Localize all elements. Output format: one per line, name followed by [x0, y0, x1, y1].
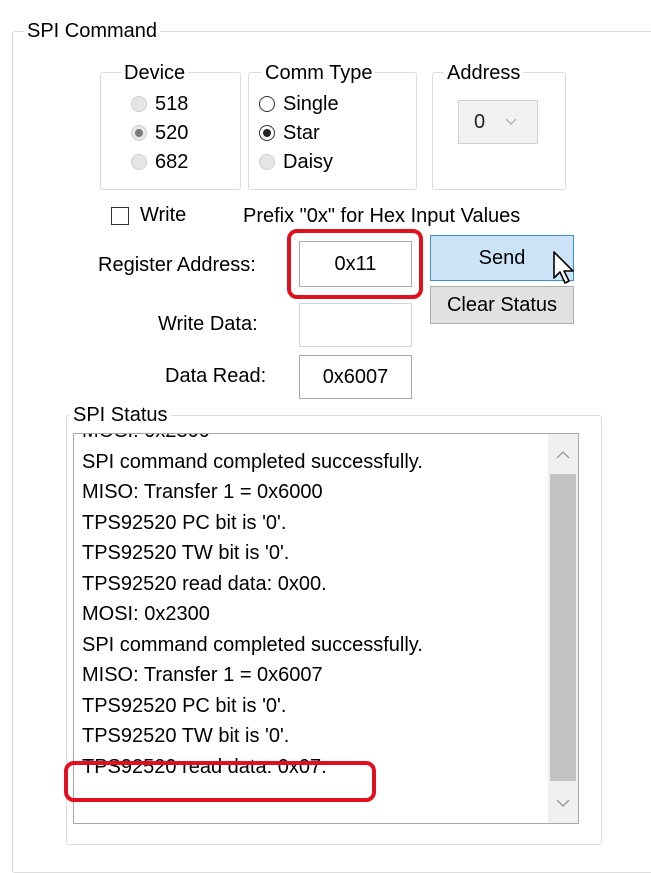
device-option-520[interactable]: 520 [131, 121, 188, 145]
status-line: TPS92520 read data: 0x00. [82, 572, 327, 595]
status-line: TPS92520 PC bit is '0'. [82, 511, 287, 534]
chevron-up-icon [556, 450, 570, 459]
comm-type-label-daisy: Daisy [283, 150, 334, 173]
status-line: TPS92520 TW bit is '0'. [82, 725, 290, 747]
write-label: Write [140, 204, 187, 226]
register-address-highlight [287, 229, 423, 299]
radio-selected-dot [263, 129, 271, 137]
device-radio-520[interactable] [131, 125, 147, 141]
comm-type-option-single[interactable]: Single [259, 92, 339, 116]
device-option-518[interactable]: 518 [131, 92, 188, 116]
device-radio-682[interactable] [131, 154, 147, 170]
address-dropdown[interactable]: 0 [458, 100, 538, 144]
comm-type-radio-star[interactable] [259, 125, 275, 141]
data-read-field: 0x6007 [299, 355, 412, 399]
scroll-up-button[interactable] [548, 434, 578, 474]
vertical-scrollbar[interactable] [548, 434, 578, 823]
device-label-520: 520 [155, 121, 189, 144]
address-title: Address [444, 62, 524, 84]
data-read-label: Data Read: [165, 365, 267, 387]
radio-selected-dot [135, 129, 143, 137]
chevron-down-icon [505, 118, 517, 126]
read-data-highlight [64, 761, 376, 802]
comm-type-label-star: Star [283, 121, 320, 144]
address-value: 0 [474, 110, 486, 133]
hex-hint-text: Prefix "0x" for Hex Input Values [243, 205, 521, 227]
status-line: TPS92520 PC bit is '0'. [82, 694, 287, 717]
clear-status-button[interactable]: Clear Status [430, 286, 574, 324]
device-label-518: 518 [155, 92, 189, 115]
comm-type-option-star[interactable]: Star [259, 121, 320, 145]
write-checkbox-row[interactable]: Write [111, 204, 186, 227]
spi-command-title: SPI Command [24, 20, 161, 42]
status-line: TPS92520 TW bit is '0'. [82, 542, 290, 564]
comm-type-radio-daisy[interactable] [259, 154, 275, 170]
comm-type-radio-single[interactable] [259, 96, 275, 112]
status-line: SPI command completed successfully. [82, 633, 423, 656]
status-line: MISO: Transfer 1 = 0x6000 [82, 481, 323, 503]
comm-type-label-single: Single [283, 92, 339, 115]
write-data-label: Write Data: [158, 313, 258, 335]
write-checkbox[interactable] [111, 206, 129, 225]
mouse-cursor-icon [552, 250, 578, 291]
scrollbar-thumb[interactable] [550, 474, 576, 781]
spi-status-title: SPI Status [70, 404, 171, 426]
status-line: MOSI: 0x2300 [82, 603, 210, 625]
scroll-down-button[interactable] [548, 783, 578, 823]
status-line: MOSI: 0x2300 [82, 434, 548, 447]
status-line: SPI command completed successfully. [82, 450, 423, 473]
write-data-input[interactable] [299, 303, 412, 347]
device-option-682[interactable]: 682 [131, 150, 188, 174]
device-label-682: 682 [155, 150, 189, 173]
comm-type-option-daisy[interactable]: Daisy [259, 150, 333, 174]
chevron-down-icon [556, 799, 570, 808]
status-log: MOSI: 0x2300 SPI command completed succes… [82, 434, 548, 782]
register-address-label: Register Address: [98, 254, 256, 276]
device-radio-518[interactable] [131, 96, 147, 112]
comm-type-title: Comm Type [262, 62, 376, 84]
device-title: Device [121, 62, 189, 84]
status-line: MISO: Transfer 1 = 0x6007 [82, 664, 323, 686]
